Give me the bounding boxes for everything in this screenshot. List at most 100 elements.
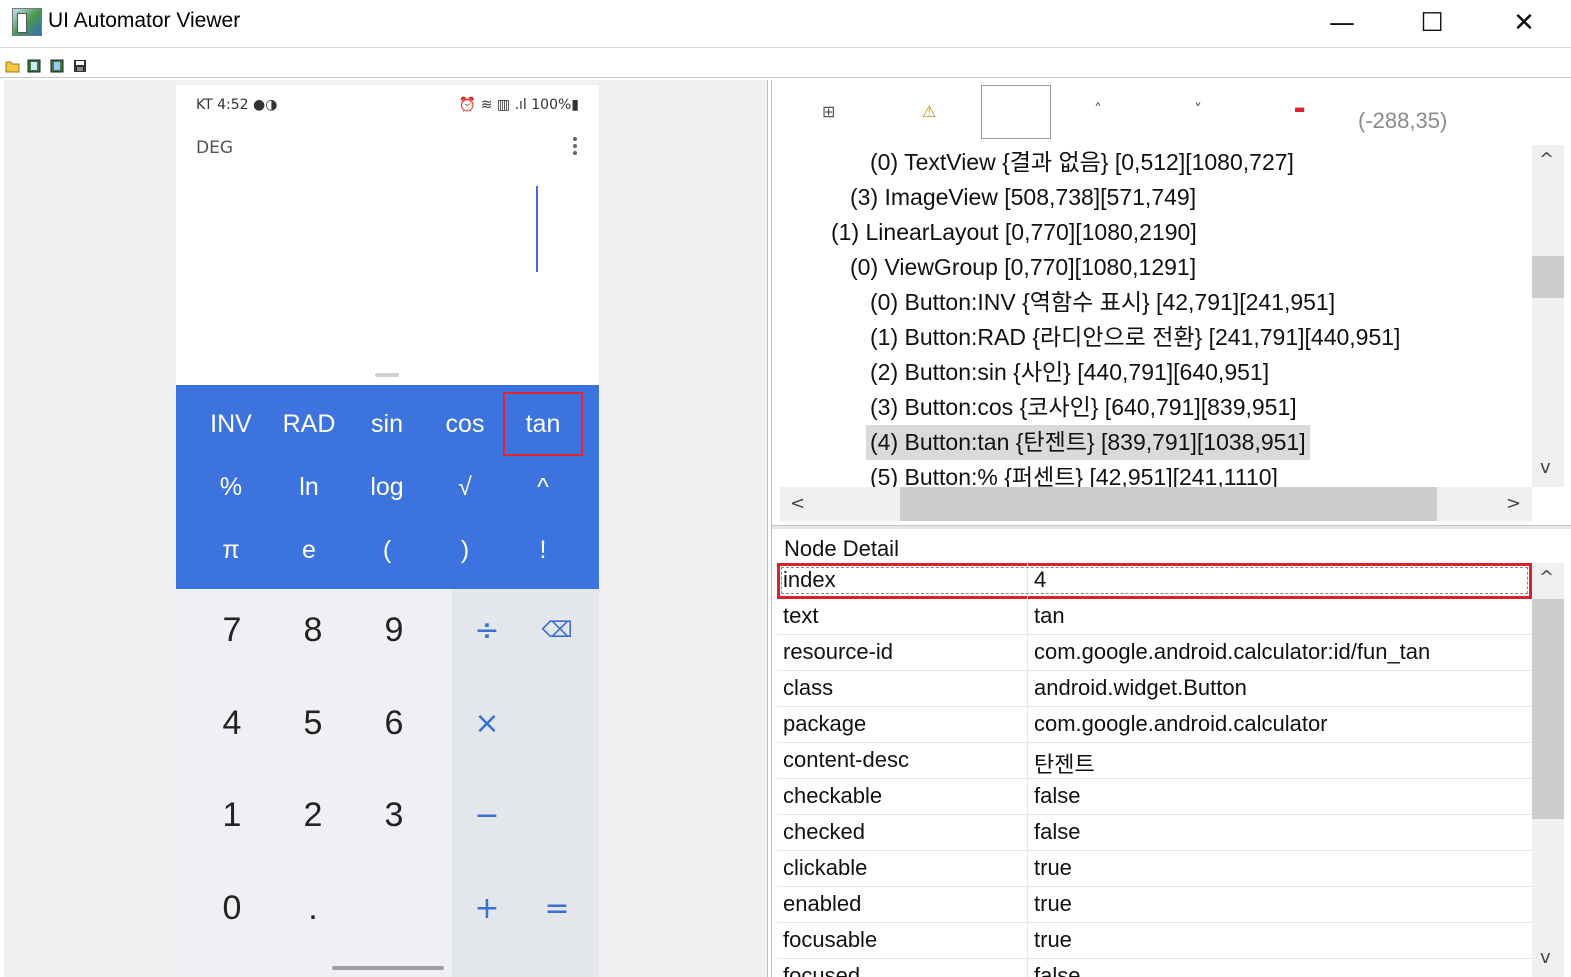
tree-node[interactable]: (3) Button:cos {코사인} [640,791][839,951] (870, 390, 1297, 425)
property-name: resource-id (783, 639, 894, 664)
property-value: false (1034, 963, 1081, 977)
key-log[interactable]: log (348, 456, 426, 518)
tree-node[interactable]: (0) ViewGroup [0,770][1080,1291] (850, 250, 1196, 285)
property-value: true (1034, 927, 1072, 952)
phone-status-bar: KT 4:52 ●◑ ⏰ ≋ ▥ .ıl 100%▮ (176, 85, 599, 125)
detail-vertical-scrollbar[interactable]: ^ v (1532, 563, 1564, 977)
table-row[interactable]: checkable false (777, 779, 1532, 815)
key-9[interactable]: 9 (354, 585, 434, 675)
key-8[interactable]: 8 (273, 585, 353, 675)
warning-icon[interactable]: ⚠ (922, 102, 936, 121)
next-node-icon[interactable]: ˅ (1194, 100, 1202, 119)
tree-scroll-up-arrow[interactable]: ^ (1539, 149, 1554, 170)
table-row[interactable]: class android.widget.Button (777, 671, 1532, 707)
table-row[interactable]: text tan (777, 599, 1532, 635)
number-keypad: 7 8 9 4 5 6 1 2 3 0 . (176, 589, 452, 977)
table-row[interactable]: clickable true (777, 851, 1532, 887)
key-subtract[interactable]: − (452, 770, 522, 860)
tree-node[interactable]: (5) Button:% {퍼센트} [42,951][241,1110] (870, 460, 1278, 487)
key-close-paren[interactable]: ) (426, 519, 504, 581)
device-screenshot-compressed-icon[interactable] (50, 59, 65, 73)
tree-node[interactable]: (3) ImageView [508,738][571,749] (850, 180, 1196, 215)
scientific-keypad: INV RAD sin cos tan % ln log √ ^ π e ( )… (176, 385, 599, 589)
table-row[interactable]: package com.google.android.calculator (777, 707, 1532, 743)
property-name: clickable (783, 855, 868, 880)
table-row[interactable]: index 4 (777, 563, 1532, 599)
tree-node[interactable]: (0) TextView {결과 없음} [0,512][1080,727] (870, 145, 1294, 180)
key-multiply[interactable]: × (452, 678, 522, 768)
tree-node[interactable]: (0) Button:INV {역함수 표시} [42,791][241,951… (870, 285, 1335, 320)
maximize-button[interactable]: ☐ (1402, 0, 1462, 46)
tree-node[interactable]: (1) LinearLayout [0,770][1080,2190] (831, 215, 1197, 250)
property-value: android.widget.Button (1034, 675, 1247, 700)
tree-horizontal-scrollbar[interactable]: < > (780, 487, 1532, 521)
detail-scroll-up-arrow[interactable]: ^ (1539, 567, 1554, 588)
minimize-button[interactable]: — (1312, 0, 1372, 46)
key-tan[interactable]: tan (503, 392, 583, 456)
key-4[interactable]: 4 (192, 678, 272, 768)
property-name: class (783, 675, 834, 700)
key-ln[interactable]: ln (270, 456, 348, 518)
expand-all-icon[interactable]: ⊞ (822, 102, 835, 121)
open-folder-icon[interactable] (5, 59, 20, 73)
key-decimal[interactable]: . (273, 863, 353, 953)
key-e[interactable]: e (270, 519, 348, 581)
tree-scroll-down-arrow[interactable]: v (1540, 457, 1551, 478)
key-rad[interactable]: RAD (270, 393, 348, 455)
tree-node-selected[interactable]: (4) Button:tan {탄젠트} [839,791][1038,951] (866, 425, 1310, 460)
key-0[interactable]: 0 (192, 863, 272, 953)
detail-scroll-down-arrow[interactable]: v (1540, 947, 1551, 968)
tree-vertical-scroll-thumb[interactable] (1532, 256, 1564, 298)
key-sqrt[interactable]: √ (426, 456, 504, 518)
key-pi[interactable]: π (192, 519, 270, 581)
main-toolbar (0, 52, 1571, 78)
close-button[interactable]: ✕ (1494, 0, 1554, 46)
detail-vertical-scroll-thumb[interactable] (1532, 599, 1564, 819)
table-row[interactable]: checked false (777, 815, 1532, 851)
key-factorial[interactable]: ! (504, 519, 582, 581)
key-cos[interactable]: cos (426, 393, 504, 455)
property-name: index (783, 567, 836, 592)
key-2[interactable]: 2 (273, 770, 353, 860)
key-7[interactable]: 7 (192, 585, 272, 675)
table-row[interactable]: enabled true (777, 887, 1532, 923)
backspace-icon[interactable]: ⌫ (522, 585, 592, 675)
remove-icon[interactable]: ▬ (1294, 102, 1305, 116)
pane-splitter[interactable] (772, 525, 1571, 529)
key-open-paren[interactable]: ( (348, 519, 426, 581)
tree-scroll-left-arrow[interactable]: < (790, 493, 805, 514)
tree-vertical-scrollbar[interactable]: ^ v (1532, 145, 1564, 487)
property-name: package (783, 711, 867, 736)
table-row[interactable]: focused false (777, 959, 1532, 977)
property-name: content-desc (783, 747, 909, 772)
tree-horizontal-scroll-thumb[interactable] (900, 487, 1437, 521)
hierarchy-pane: ⊞ ⚠ ˄ ˅ ▬ (-288,35) (0) TextView {결과 없음}… (771, 80, 1571, 977)
more-options-icon[interactable] (572, 137, 578, 157)
key-5[interactable]: 5 (273, 678, 353, 768)
key-equals[interactable]: = (522, 863, 592, 953)
device-screenshot-icon[interactable] (27, 59, 42, 73)
drag-handle[interactable] (375, 373, 399, 377)
table-row[interactable]: resource-id com.google.android.calculato… (777, 635, 1532, 671)
key-3[interactable]: 3 (354, 770, 434, 860)
tree-scroll-right-arrow[interactable]: > (1506, 493, 1521, 514)
key-6[interactable]: 6 (354, 678, 434, 768)
key-sin[interactable]: sin (348, 393, 426, 455)
key-percent[interactable]: % (192, 456, 270, 518)
node-detail-title: Node Detail (784, 536, 899, 561)
tree-node[interactable]: (2) Button:sin {사인} [440,791][640,951] (870, 355, 1269, 390)
key-add[interactable]: + (452, 863, 522, 953)
key-power[interactable]: ^ (504, 456, 582, 518)
key-inv[interactable]: INV (192, 393, 270, 455)
hierarchy-tree[interactable]: (0) TextView {결과 없음} [0,512][1080,727] (… (780, 145, 1532, 487)
key-1[interactable]: 1 (192, 770, 272, 860)
table-row[interactable]: content-desc 탄젠트 (777, 743, 1532, 779)
previous-node-icon[interactable]: ˄ (1094, 100, 1102, 119)
save-icon[interactable] (73, 59, 88, 73)
node-preview-box (981, 85, 1051, 139)
key-divide[interactable]: ÷ (452, 585, 522, 675)
device-screenshot[interactable]: KT 4:52 ●◑ ⏰ ≋ ▥ .ıl 100%▮ DEG INV RAD s… (176, 85, 599, 977)
tree-node[interactable]: (1) Button:RAD {라디안으로 전환} [241,791][440,… (870, 320, 1400, 355)
table-row[interactable]: focusable true (777, 923, 1532, 959)
property-value: tan (1034, 603, 1065, 628)
